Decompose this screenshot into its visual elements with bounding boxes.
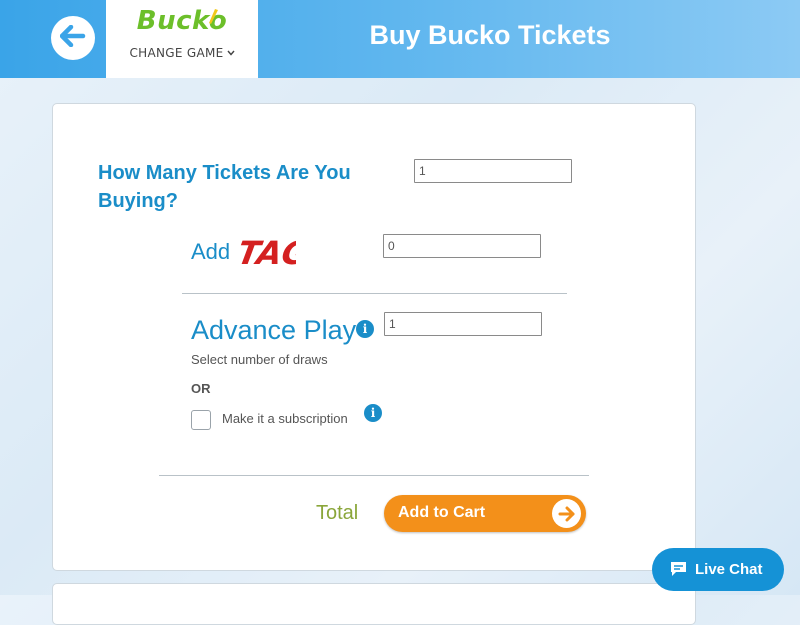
total-label: Total	[316, 502, 359, 524]
subscription-label: Make it a subscription	[222, 411, 348, 426]
divider	[182, 293, 567, 294]
back-button[interactable]	[51, 16, 95, 60]
subscription-checkbox[interactable]	[191, 410, 211, 430]
chat-bubble-icon	[670, 561, 687, 581]
add-to-cart-button[interactable]: Add to Cart	[384, 495, 586, 532]
bucko-logo: Bucko	[136, 6, 228, 36]
advance-play-label: Advance Play	[191, 315, 357, 345]
chevron-down-icon	[226, 45, 235, 59]
arrow-right-icon	[552, 499, 581, 528]
game-selector[interactable]: Bucko CHANGE GAME	[106, 0, 258, 78]
or-text: OR	[191, 381, 211, 396]
change-game-link[interactable]: CHANGE GAME	[106, 45, 258, 60]
advance-play-info-icon[interactable]: i	[356, 320, 374, 338]
ticket-form-card: How Many Tickets Are You Buying? Add TAG…	[52, 103, 696, 571]
header-bar: Bucko CHANGE GAME Buy Bucko Tickets	[0, 0, 800, 78]
select-draws-text: Select number of draws	[191, 352, 328, 367]
tickets-question: How Many Tickets Are You Buying?	[98, 162, 351, 212]
page-title: Buy Bucko Tickets	[369, 20, 611, 50]
tag-quantity-input[interactable]	[383, 234, 541, 258]
subscription-info-icon[interactable]: i	[364, 404, 382, 422]
divider	[159, 475, 589, 476]
live-chat-button[interactable]: Live Chat	[652, 548, 784, 591]
arrow-left-icon	[59, 24, 86, 51]
advance-play-input[interactable]	[384, 312, 542, 336]
change-game-label: CHANGE GAME	[129, 46, 224, 60]
logo-tick-icon	[209, 9, 218, 24]
tickets-quantity-input[interactable]	[414, 159, 572, 183]
add-to-cart-label: Add to Cart	[398, 504, 486, 521]
tag-logo: TAG	[235, 230, 312, 276]
add-tag-label: Add	[191, 239, 231, 264]
secondary-card	[52, 583, 696, 625]
svg-text:TAG: TAG	[240, 234, 296, 272]
live-chat-label: Live Chat	[695, 561, 763, 578]
